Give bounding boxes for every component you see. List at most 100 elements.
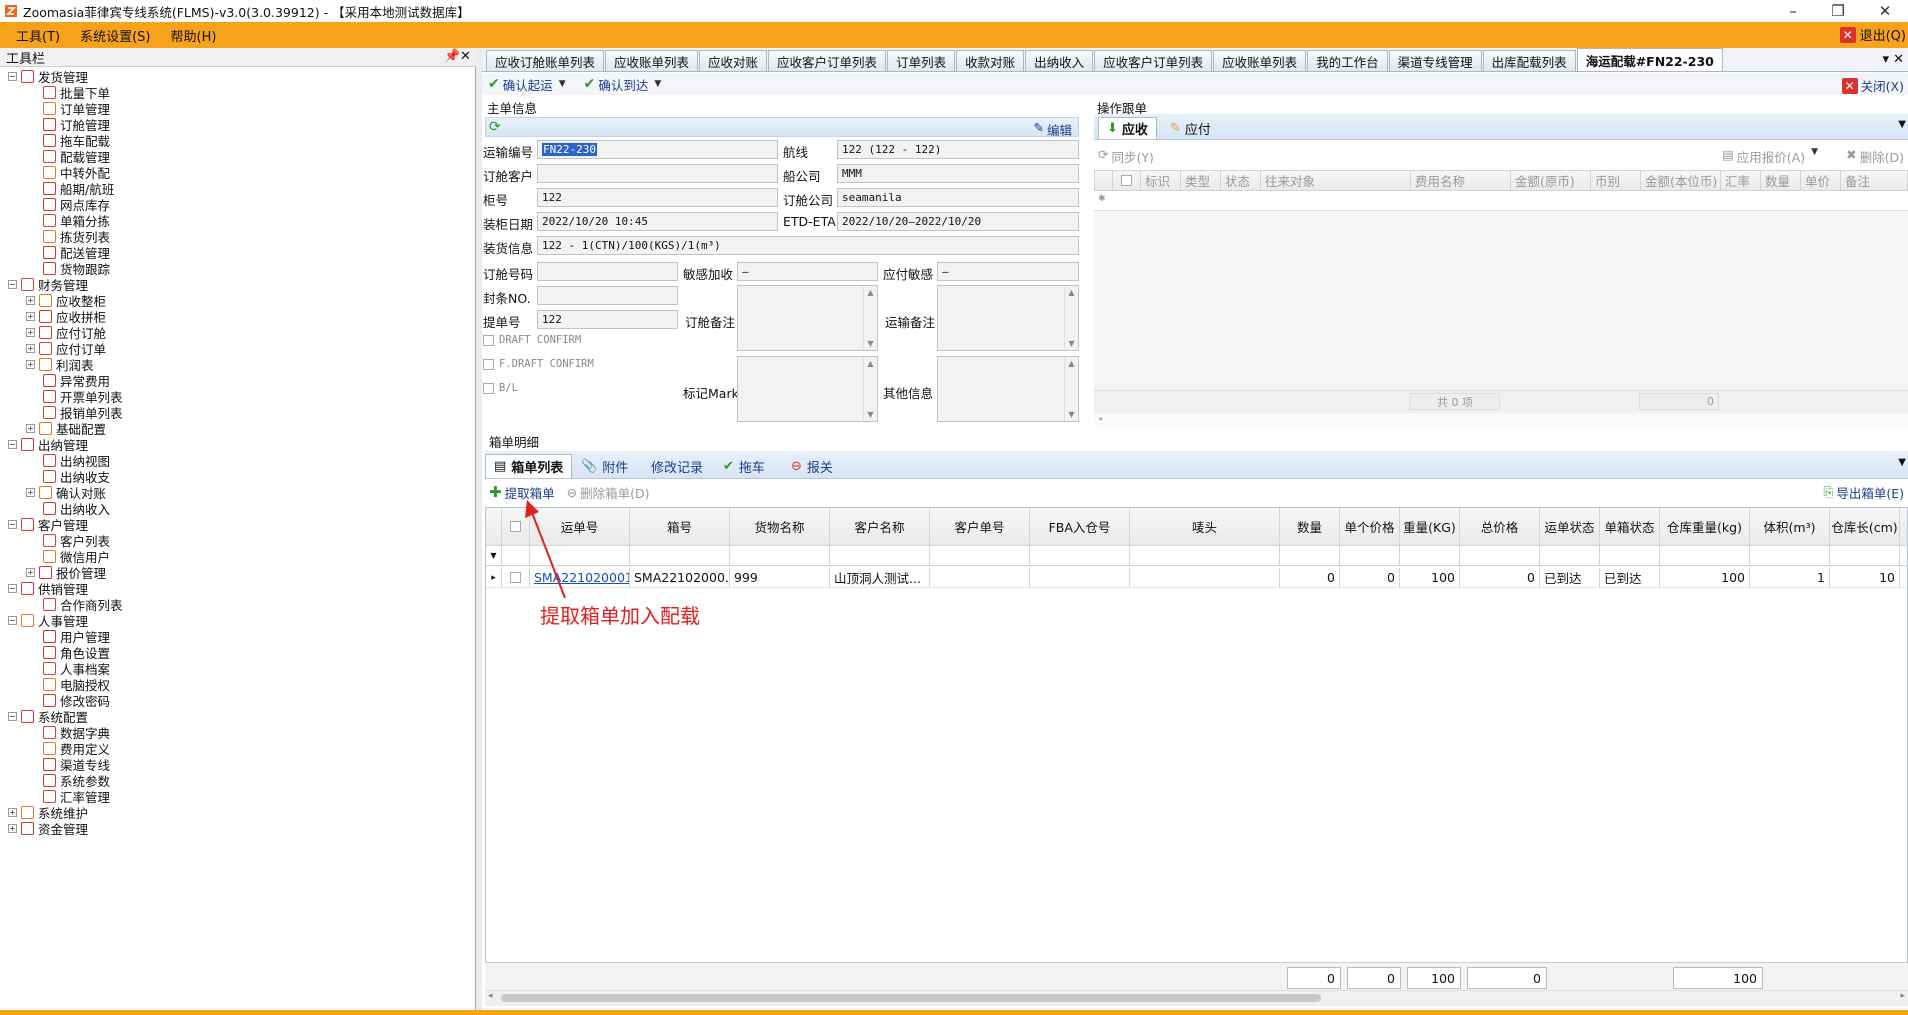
tab-0[interactable]: 应收订舱账单列表: [486, 50, 605, 71]
dropdown-arrow-icon[interactable]: ▼: [559, 79, 566, 89]
checkbox-box[interactable]: [1121, 175, 1132, 186]
menu-help[interactable]: 帮助(H): [161, 26, 227, 45]
filter-cell[interactable]: [830, 546, 930, 565]
detail-dropdown-icon[interactable]: ▼: [1898, 457, 1906, 468]
field-bl_no[interactable]: 122: [537, 310, 678, 329]
col-header[interactable]: 总价格: [1460, 508, 1540, 545]
dropdown-arrow-icon[interactable]: ▼: [654, 79, 661, 89]
col-header[interactable]: 体积(m³): [1750, 508, 1830, 545]
scroll-down-icon[interactable]: ▼: [867, 339, 873, 348]
tab-11[interactable]: 出库配载列表: [1482, 50, 1576, 71]
exit-button[interactable]: ✕ 退出(Q): [1839, 25, 1908, 44]
restore-icon[interactable]: ❐: [1815, 0, 1861, 22]
filter-cell[interactable]: [1030, 546, 1130, 565]
filter-cell[interactable]: [1280, 546, 1340, 565]
col-header[interactable]: 单个价格: [1340, 508, 1400, 545]
checkbox-0[interactable]: DRAFT CONFIRM: [483, 334, 581, 346]
filter-cell[interactable]: [730, 546, 830, 565]
close-window-icon[interactable]: ✕: [1862, 0, 1908, 22]
box-grid-hscroll[interactable]: ◂ ▸: [485, 990, 1908, 1006]
field-transport_no[interactable]: FN22-230: [537, 140, 778, 159]
col-header[interactable]: 客户单号: [930, 508, 1030, 545]
tab-4[interactable]: 订单列表: [887, 50, 956, 71]
dropdown-arrow-icon[interactable]: ▼: [1811, 147, 1818, 166]
ops-col-header[interactable]: 金额(原币): [1511, 171, 1591, 190]
field-ship_company[interactable]: MMM: [837, 164, 1079, 183]
scroll-up-icon[interactable]: ▲: [1068, 359, 1074, 368]
col-header[interactable]: 客户名称: [830, 508, 930, 545]
sync-button[interactable]: ⟳ 同步(Y): [1098, 147, 1154, 166]
filter-cell[interactable]: [1600, 546, 1660, 565]
field-route[interactable]: 122 (122 - 122): [837, 140, 1079, 159]
tab-2[interactable]: 应收对账: [699, 50, 768, 71]
tab-receivable[interactable]: ⬇ 应收: [1098, 117, 1157, 139]
checkbox-1[interactable]: F.DRAFT CONFIRM: [483, 358, 594, 370]
collapse-icon[interactable]: −: [8, 711, 17, 721]
tab-truck[interactable]: ✔ 拖车: [715, 454, 773, 478]
tab-3[interactable]: 应收客户订单列表: [768, 50, 887, 71]
tree-group[interactable]: + 资金管理: [8, 820, 88, 837]
tab-6[interactable]: 出纳收入: [1025, 50, 1094, 71]
apply-quote-button[interactable]: ▤ 应用报价(A) ▼: [1722, 147, 1818, 166]
col-header[interactable]: 箱号: [630, 508, 730, 545]
memo-other_info[interactable]: ▲ ▼: [937, 356, 1079, 422]
filter-cell[interactable]: [1540, 546, 1600, 565]
memo-mark[interactable]: ▲ ▼: [737, 356, 878, 422]
col-header[interactable]: 货物名称: [730, 508, 830, 545]
checkbox-box[interactable]: [483, 358, 494, 370]
field-booking_company[interactable]: seamanila: [837, 188, 1079, 207]
collapse-icon[interactable]: −: [8, 279, 17, 289]
tab-change-log[interactable]: 修改记录: [643, 454, 711, 478]
ops-col-header[interactable]: 币别: [1591, 171, 1641, 190]
expand-icon[interactable]: +: [26, 487, 35, 497]
scroll-thumb[interactable]: [501, 994, 1321, 1002]
memo-transport_remark[interactable]: ▲ ▼: [937, 285, 1079, 351]
close-button[interactable]: ✕ 关闭(X): [1841, 76, 1904, 95]
field-load_info[interactable]: 122 - 1(CTN)/100(KGS)/1(m³): [537, 236, 1079, 255]
col-header[interactable]: 单箱状态: [1600, 508, 1660, 545]
ops-select-all[interactable]: [1113, 171, 1141, 190]
ops-col-header[interactable]: 状态: [1221, 171, 1261, 190]
expand-icon[interactable]: +: [26, 327, 35, 337]
col-header[interactable]: 唛头: [1130, 508, 1280, 545]
expand-icon[interactable]: +: [8, 807, 17, 817]
confirm-departure-button[interactable]: ✔ 确认起运 ▼: [488, 75, 566, 94]
ops-dropdown-icon[interactable]: ▼: [1898, 119, 1906, 130]
col-header[interactable]: 仓库重量(kg): [1660, 508, 1750, 545]
memo-scroll[interactable]: ▲ ▼: [1064, 357, 1078, 421]
expand-icon[interactable]: +: [26, 295, 35, 305]
ops-col-header[interactable]: 单价: [1801, 171, 1841, 190]
expand-icon[interactable]: +: [26, 343, 35, 353]
minimize-icon[interactable]: –: [1770, 0, 1816, 22]
pin-icon[interactable]: 📌: [444, 49, 460, 64]
ops-col-header[interactable]: 往来对象: [1261, 171, 1411, 190]
ops-col-header[interactable]: 数量: [1761, 171, 1801, 190]
confirm-arrival-button[interactable]: ✔ 确认到达 ▼: [584, 75, 662, 94]
collapse-icon[interactable]: −: [8, 439, 17, 449]
filter-cell[interactable]: [1340, 546, 1400, 565]
tab-8[interactable]: 应收账单列表: [1213, 50, 1307, 71]
field-booking_customer[interactable]: [537, 164, 778, 183]
tab-customs[interactable]: ⊖ 报关: [783, 454, 841, 478]
expand-icon[interactable]: +: [8, 823, 17, 833]
table-row[interactable]: ▸ SMA221020001 SMA22102000... 999 山顶洞人测试... 0…: [486, 568, 1907, 588]
tabs-close-icon[interactable]: ▾ ✕: [1882, 52, 1904, 67]
tab-12[interactable]: 海运配载#FN22-230: [1576, 48, 1723, 71]
collapse-icon[interactable]: −: [8, 71, 17, 81]
filter-cell[interactable]: [1400, 546, 1460, 565]
ops-col-header[interactable]: 备注: [1841, 171, 1908, 190]
memo-scroll[interactable]: ▲ ▼: [863, 286, 877, 350]
expand-icon[interactable]: +: [26, 567, 35, 577]
filter-cell[interactable]: [1830, 546, 1900, 565]
ops-col-header[interactable]: 金额(本位币): [1641, 171, 1721, 190]
ops-col-header[interactable]: 汇率: [1721, 171, 1761, 190]
collapse-icon[interactable]: −: [8, 583, 17, 593]
panel-close-icon[interactable]: ✕: [460, 49, 471, 64]
ops-col-header[interactable]: 类型: [1181, 171, 1221, 190]
delete-box-button[interactable]: ⊖ 删除箱单(D): [567, 483, 650, 502]
field-container_no[interactable]: 122: [537, 188, 778, 207]
checkbox-box[interactable]: [483, 382, 494, 394]
filter-cell[interactable]: [930, 546, 1030, 565]
collapse-icon[interactable]: −: [8, 519, 17, 529]
field-booking_code[interactable]: [537, 262, 678, 281]
